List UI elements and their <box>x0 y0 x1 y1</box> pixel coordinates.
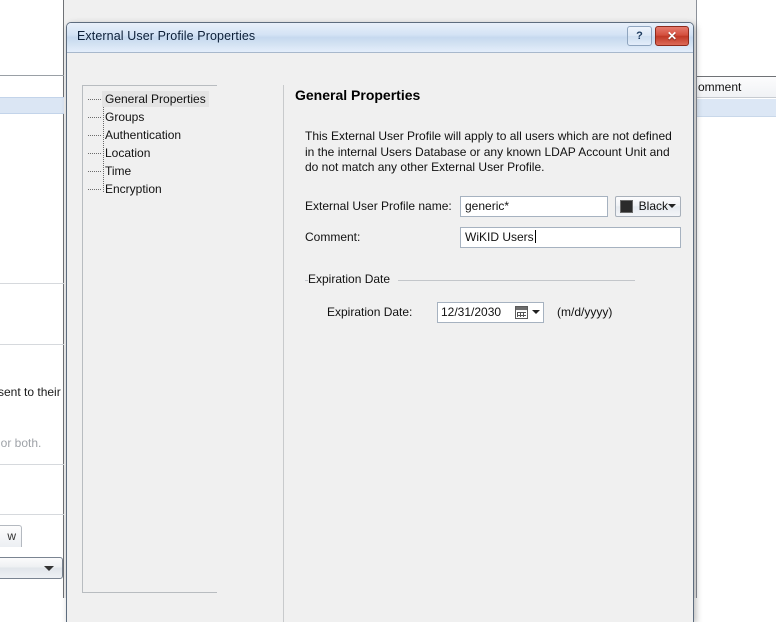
color-dropdown[interactable]: Black <box>614 195 681 217</box>
sidebar-item-encryption[interactable]: Encryption <box>83 180 217 198</box>
help-button[interactable]: ? <box>627 26 652 46</box>
sidebar-item-location[interactable]: Location <box>83 144 217 162</box>
background-list-selected-row <box>697 99 776 117</box>
tree-connector-icon <box>88 189 101 191</box>
background-divider <box>0 75 64 76</box>
background-text-fragment-1: d sent to their <box>0 385 61 399</box>
background-divider <box>0 464 64 465</box>
expiration-date-picker[interactable]: 12/31/2030 <box>437 301 544 323</box>
color-swatch-icon <box>619 199 633 213</box>
titlebar-buttons: ? ✕ <box>627 26 689 46</box>
settings-navigation-tree: General Properties Groups Authentication… <box>82 85 217 593</box>
tree-connector-icon <box>88 153 101 155</box>
chevron-down-icon <box>668 204 676 208</box>
expiration-date-group: Expiration Date Expiration Date: 12/31/2… <box>305 271 681 323</box>
calendar-icon[interactable] <box>515 305 528 319</box>
background-tab-label: w <box>7 529 16 543</box>
dialog-title: External User Profile Properties <box>77 29 256 43</box>
dialog-titlebar[interactable]: External User Profile Properties ? ✕ <box>67 23 693 53</box>
panel-divider <box>283 85 284 622</box>
profile-description-text: This External User Profile will apply to… <box>305 129 672 174</box>
background-divider <box>0 283 64 284</box>
background-text-fragment-2: , or both. <box>0 436 42 450</box>
sidebar-item-groups[interactable]: Groups <box>83 108 217 126</box>
expiration-date-value: 12/31/2030 <box>441 305 502 319</box>
sidebar-item-label: Authentication <box>105 128 182 142</box>
background-dropdown[interactable] <box>0 557 63 579</box>
expiration-group-title: Expiration Date <box>308 271 399 286</box>
chevron-down-icon <box>44 566 54 571</box>
general-properties-pane: General Properties This External User Pr… <box>295 87 681 323</box>
expiration-date-label: Expiration Date: <box>327 305 413 319</box>
sidebar-item-label: Location <box>105 146 151 160</box>
background-divider <box>0 514 64 515</box>
chevron-down-icon[interactable] <box>532 310 540 314</box>
tree-connector-icon <box>88 135 101 137</box>
background-column-header-comment: omment <box>697 76 776 98</box>
sidebar-item-authentication[interactable]: Authentication <box>83 126 217 144</box>
background-tab-new[interactable]: w <box>0 525 22 547</box>
profile-name-label: External User Profile name: <box>305 199 452 213</box>
external-user-profile-properties-dialog: External User Profile Properties ? ✕ Gen… <box>66 22 694 622</box>
sidebar-item-time[interactable]: Time <box>83 162 217 180</box>
background-left-panel: d sent to their , or both. w <box>0 0 64 598</box>
sidebar-item-label: Time <box>105 164 132 178</box>
tree-connector-icon <box>88 117 101 119</box>
text-caret <box>534 229 536 243</box>
page-title: General Properties <box>295 87 421 103</box>
comment-input[interactable]: WiKID Users <box>460 226 681 248</box>
comment-input-value: WiKID Users <box>465 229 534 244</box>
expiration-date-row: Expiration Date: 12/31/2030 (m/d/yyyy) <box>327 301 681 323</box>
profile-name-row: External User Profile name: generic* Bla… <box>305 195 681 217</box>
comment-label: Comment: <box>305 230 361 244</box>
dialog-body: General Properties Groups Authentication… <box>67 53 693 622</box>
sidebar-item-general-properties[interactable]: General Properties <box>83 90 217 108</box>
profile-name-input[interactable]: generic* <box>460 195 608 217</box>
date-format-hint: (m/d/yyyy) <box>557 305 613 319</box>
sidebar-item-label: Encryption <box>105 182 162 196</box>
comment-row: Comment: WiKID Users <box>305 226 681 248</box>
tree-connector-icon <box>88 99 101 101</box>
close-button[interactable]: ✕ <box>655 26 689 46</box>
background-divider <box>0 344 64 345</box>
color-dropdown-value: Black <box>638 199 668 213</box>
background-selected-row <box>0 97 64 114</box>
sidebar-item-label: Groups <box>105 110 145 124</box>
tree-connector-icon <box>88 171 101 173</box>
sidebar-item-label: General Properties <box>102 91 209 107</box>
